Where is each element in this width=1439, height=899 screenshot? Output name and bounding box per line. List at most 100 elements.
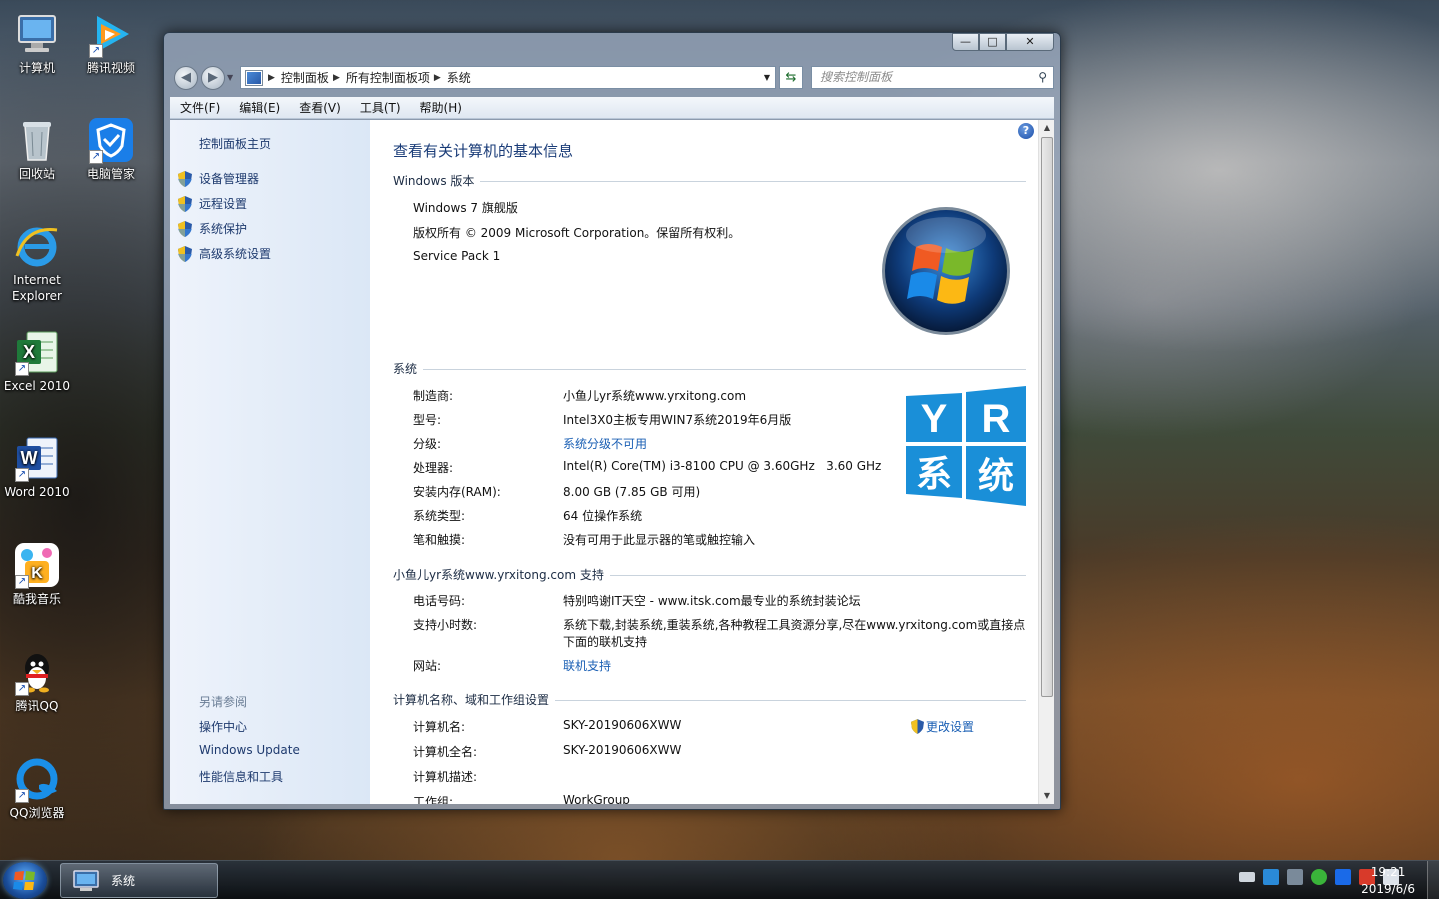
word-icon: W ↗ [13, 434, 61, 482]
menu-edit[interactable]: 编辑(E) [229, 99, 289, 116]
window-client: 控制面板主页 设备管理器 远程设置 系统保护 高级系统设置 另请参阅 操作中心 … [170, 120, 1054, 804]
desktop-icon-qq-browser[interactable]: ↗ QQ浏览器 [2, 755, 72, 821]
clock[interactable]: 19:21 2019/6/6 [1361, 864, 1415, 898]
see-also-performance[interactable]: 性能信息和工具 [199, 768, 283, 785]
desktop-icon-label: 电脑管家 [86, 167, 135, 181]
yr-system-logo: Y R 系 统 [906, 386, 1026, 506]
section-heading: 计算机名称、域和工作组设置 [393, 693, 550, 707]
system-type-value: 64 位操作系统 [563, 509, 643, 523]
desktop-icon-excel[interactable]: X ↗ Excel 2010 [2, 328, 72, 394]
internet-explorer-icon [13, 222, 61, 270]
tencent-video-icon: ↗ [87, 10, 135, 58]
rating-label: 分级: [413, 437, 442, 451]
desktop-icon-label: Word 2010 [4, 485, 70, 499]
system-type-label: 系统类型: [413, 509, 466, 523]
search-icon[interactable]: ⚲ [1038, 67, 1047, 88]
scroll-up-arrow-icon[interactable]: ▲ [1039, 120, 1054, 136]
minimize-button[interactable]: — [952, 33, 979, 51]
shortcut-arrow-icon: ↗ [15, 468, 29, 482]
pc-manager-tray-icon[interactable] [1335, 869, 1351, 885]
desktop-icon-computer[interactable]: 计算机 [2, 10, 72, 76]
sidebar-item-system-protection[interactable]: 系统保护 [178, 220, 247, 237]
website-label: 网站: [413, 659, 442, 673]
sidebar-item-remote-settings[interactable]: 远程设置 [178, 195, 247, 212]
workgroup-label: 工作组: [413, 795, 454, 804]
recent-pages-dropdown[interactable]: ▼ [227, 73, 233, 82]
shortcut-arrow-icon: ↗ [89, 44, 103, 58]
section-heading: 小鱼儿yr系统www.yrxitong.com 支持 [393, 568, 604, 582]
ram-value: 8.00 GB (7.85 GB 可用) [563, 485, 701, 499]
change-settings-link[interactable]: 更改设置 [911, 718, 974, 735]
security-icon[interactable] [1311, 869, 1327, 885]
desktop-icon-recycle-bin[interactable]: 回收站 [2, 116, 72, 182]
shortcut-arrow-icon: ↗ [15, 789, 29, 803]
input-method-icon[interactable] [1263, 869, 1279, 885]
forward-button[interactable]: ▶ [201, 66, 225, 90]
menu-view[interactable]: 查看(V) [289, 99, 350, 116]
excel-icon: X ↗ [13, 328, 61, 376]
svg-text:Y: Y [921, 397, 948, 441]
keyboard-icon[interactable] [1239, 872, 1255, 882]
address-bar[interactable]: ▶ 控制面板 ▶ 所有控制面板项 ▶ 系统 ▼ [240, 66, 776, 89]
see-also-action-center[interactable]: 操作中心 [199, 718, 247, 735]
refresh-button[interactable]: ⇆ [779, 66, 803, 89]
breadcrumb-all-items[interactable]: 所有控制面板项 [346, 69, 430, 86]
refresh-icon: ⇆ [785, 70, 797, 85]
close-button[interactable]: ✕ [1006, 33, 1054, 51]
support-hours-label: 支持小时数: [413, 618, 478, 632]
sidebar-item-device-manager[interactable]: 设备管理器 [178, 170, 259, 187]
computer-name-value: SKY-20190606XWW [563, 718, 682, 732]
system-window: — □ ✕ ◀ ▶ ▼ ▶ 控制面板 ▶ 所有控制面板项 ▶ 系统 ▼ ⇆ 搜索… [163, 32, 1061, 810]
menu-tools[interactable]: 工具(T) [350, 99, 410, 116]
online-support-link[interactable]: 联机支持 [563, 657, 611, 674]
sidebar-item-advanced-settings[interactable]: 高级系统设置 [178, 245, 271, 262]
desktop-icon-kuwo-music[interactable]: K ↗ 酷我音乐 [2, 541, 72, 607]
search-placeholder: 搜索控制面板 [820, 70, 893, 84]
qq-penguin-icon: ↗ [13, 648, 61, 696]
computer-name-label: 计算机名: [413, 720, 466, 734]
section-windows-edition: Windows 版本 [393, 172, 1026, 189]
control-panel-icon [245, 69, 263, 86]
manufacturer-value: 小鱼儿yr系统www.yrxitong.com [563, 389, 747, 403]
change-settings-label: 更改设置 [926, 720, 975, 734]
processor-value: Intel(R) Core(TM) i3-8100 CPU @ 3.60GHz … [563, 459, 882, 473]
address-dropdown-icon[interactable]: ▼ [764, 73, 770, 82]
network-icon[interactable] [1287, 869, 1303, 885]
edition-copyright: 版权所有 © 2009 Microsoft Corporation。保留所有权利… [413, 226, 741, 240]
forward-arrow-icon: ▶ [208, 70, 218, 85]
scroll-down-arrow-icon[interactable]: ▼ [1039, 788, 1054, 804]
search-input[interactable]: 搜索控制面板 ⚲ [811, 66, 1054, 89]
desktop-icon-qq[interactable]: ↗ 腾讯QQ [2, 648, 72, 714]
desktop-icon-label: 腾讯视频 [86, 61, 135, 75]
uac-shield-icon [178, 195, 192, 212]
svg-text:W: W [21, 448, 38, 468]
taskbar-item-system[interactable]: 系统 [60, 863, 218, 898]
section-support: 小鱼儿yr系统www.yrxitong.com 支持 [393, 566, 1026, 583]
vertical-scrollbar[interactable]: ▲ ▼ [1038, 120, 1054, 804]
ram-label: 安装内存(RAM): [413, 485, 501, 499]
back-button[interactable]: ◀ [174, 66, 198, 90]
full-computer-name-value: SKY-20190606XWW [563, 743, 682, 757]
desktop-icon-word[interactable]: W ↗ Word 2010 [2, 434, 72, 500]
breadcrumb-separator-icon: ▶ [433, 72, 441, 83]
section-heading: 系统 [393, 362, 418, 376]
desktop-icon-label: Internet Explorer [12, 273, 62, 303]
rating-link[interactable]: 系统分级不可用 [563, 435, 647, 452]
desktop-icon-tencent-video[interactable]: ↗ 腾讯视频 [76, 10, 146, 76]
scroll-thumb[interactable] [1041, 137, 1053, 697]
show-desktop-button[interactable] [1427, 861, 1439, 899]
control-panel-home-link[interactable]: 控制面板主页 [199, 135, 271, 152]
menu-help[interactable]: 帮助(H) [410, 99, 471, 116]
help-icon[interactable]: ? [1018, 123, 1034, 139]
maximize-button[interactable]: □ [979, 33, 1006, 51]
taskbar-item-label: 系统 [111, 874, 136, 888]
start-button[interactable] [3, 862, 47, 899]
uac-shield-icon [178, 170, 192, 187]
menu-file[interactable]: 文件(F) [170, 99, 229, 116]
desktop-icon-pc-manager[interactable]: ↗ 电脑管家 [76, 116, 146, 182]
breadcrumb-system[interactable]: 系统 [447, 69, 471, 86]
desktop-icon-internet-explorer[interactable]: Internet Explorer [2, 222, 72, 304]
desktop-icon-label: 酷我音乐 [12, 592, 61, 606]
breadcrumb-control-panel[interactable]: 控制面板 [281, 69, 329, 86]
see-also-windows-update[interactable]: Windows Update [199, 743, 300, 757]
